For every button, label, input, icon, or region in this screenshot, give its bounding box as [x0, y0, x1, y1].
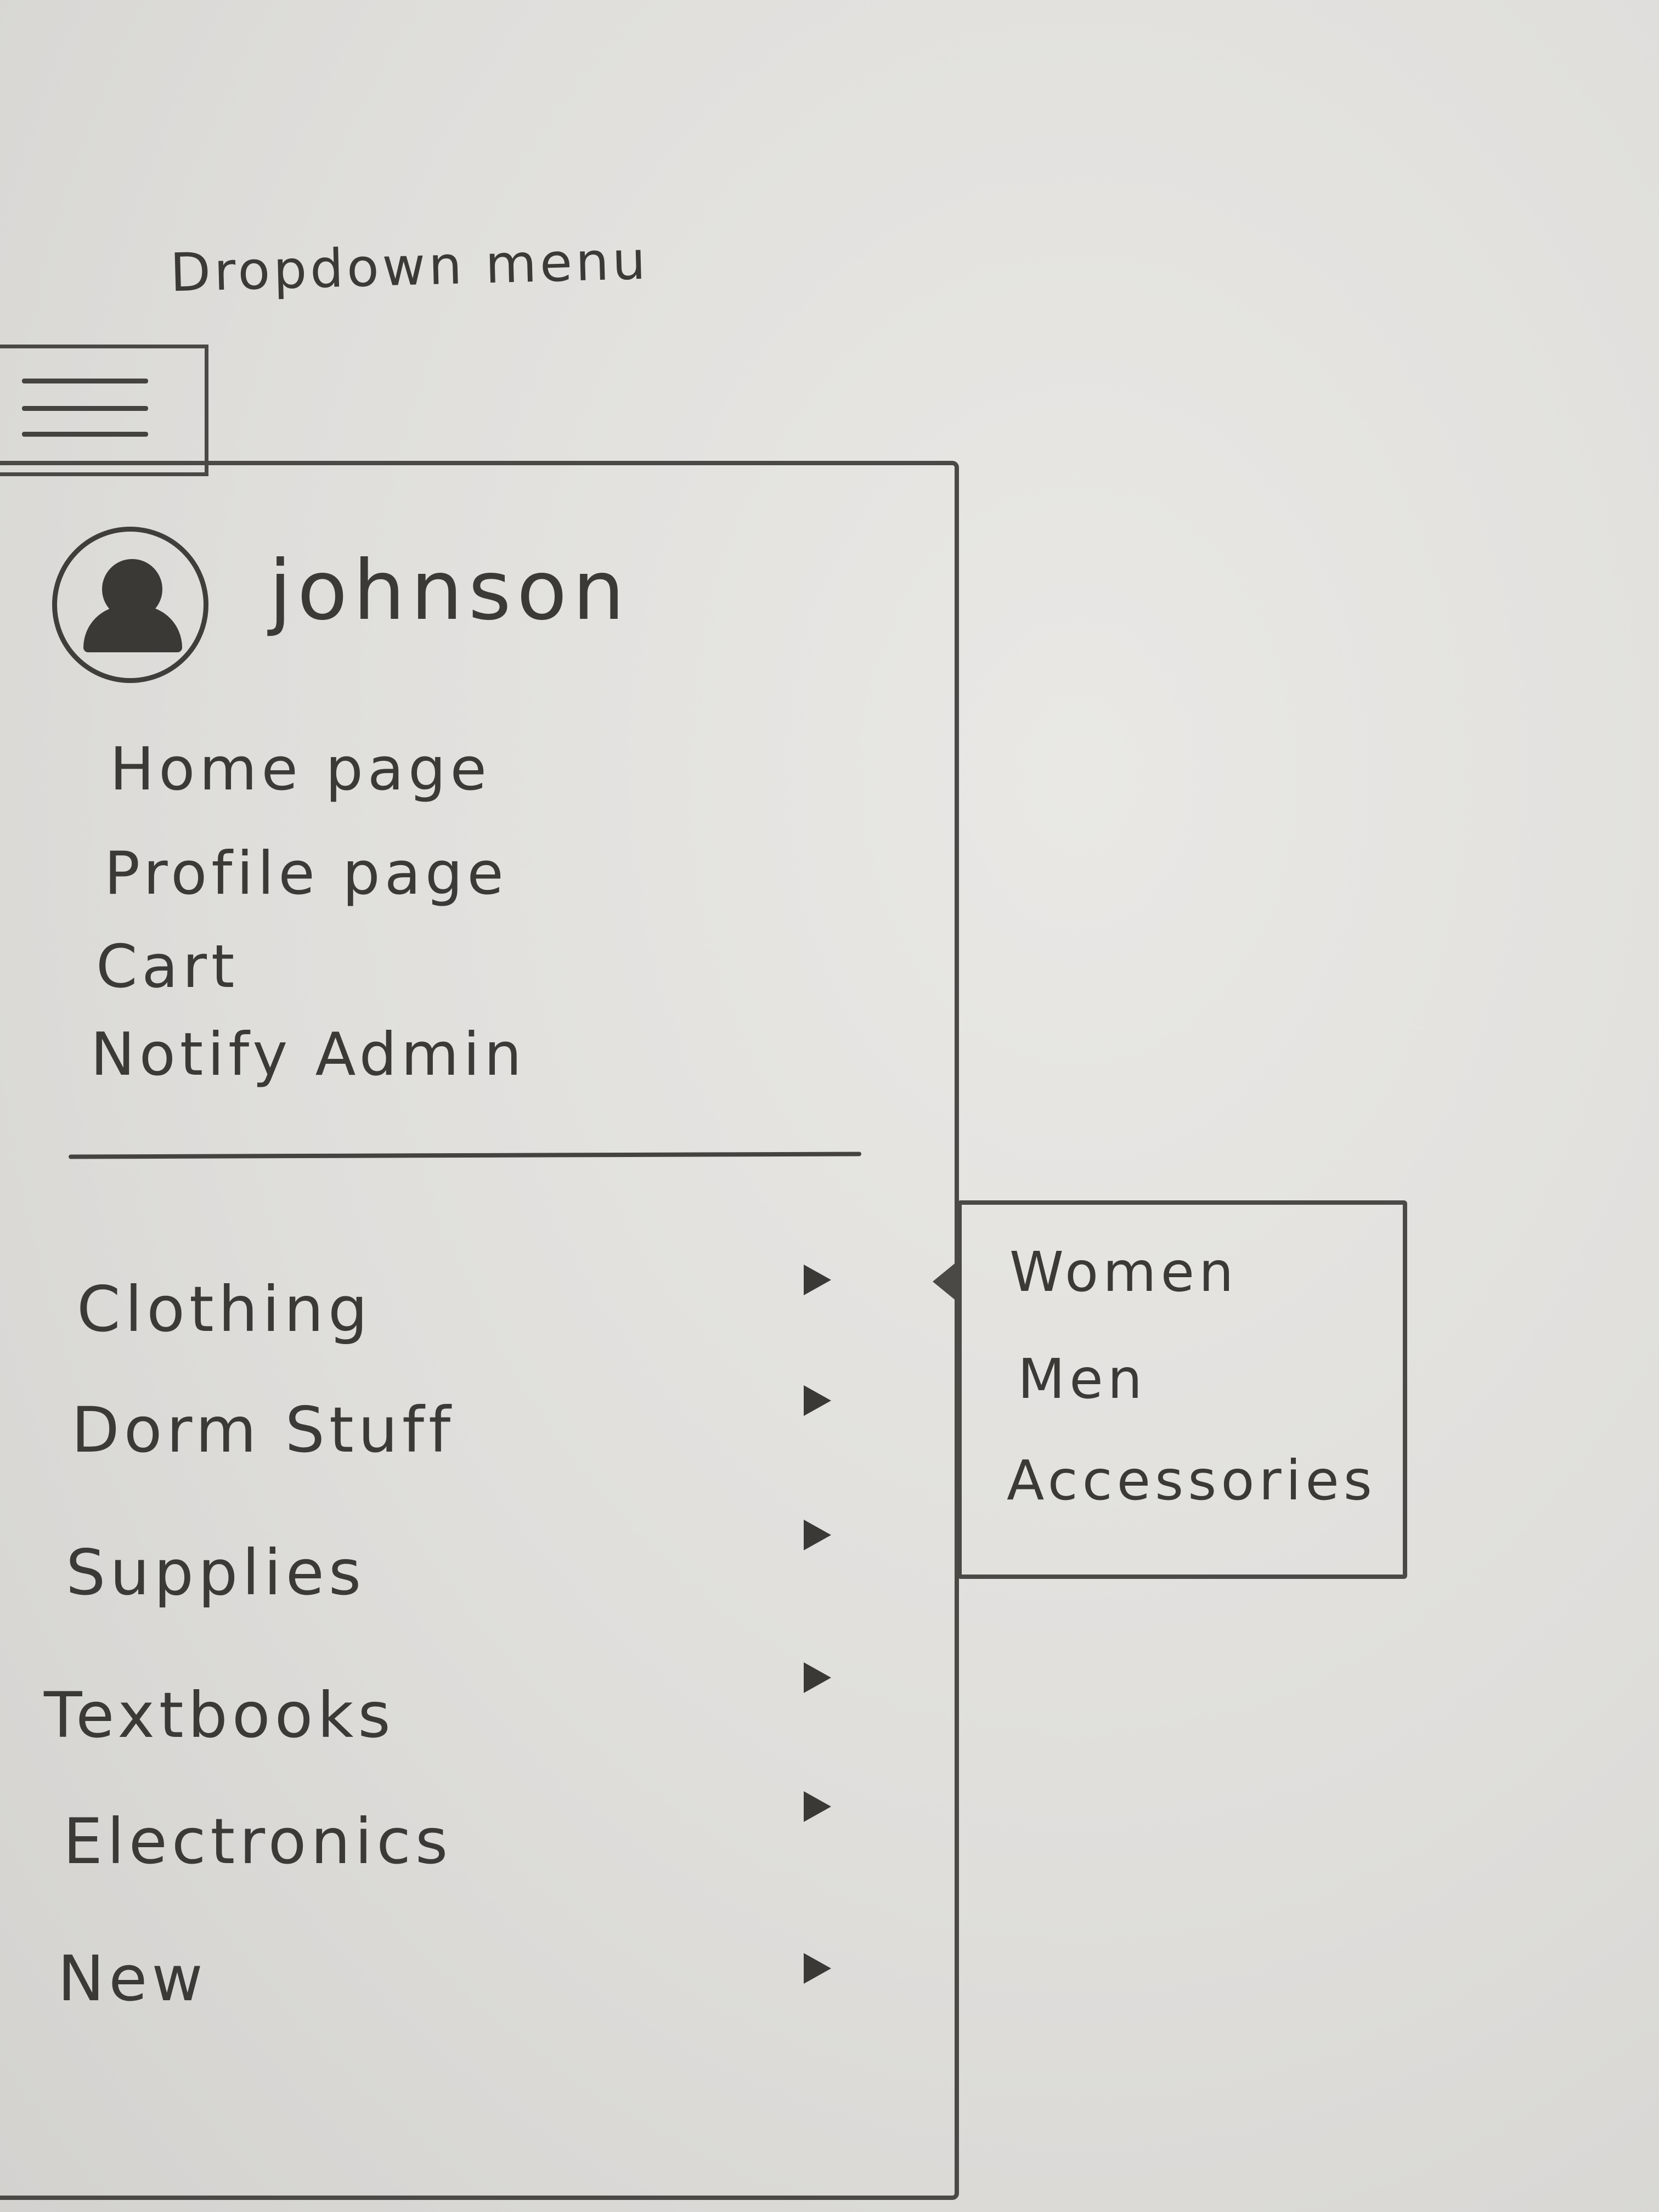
username[interactable]: johnson [269, 543, 630, 639]
category-clothing[interactable]: Clothing [77, 1273, 372, 1346]
nav-item-home-page[interactable]: Home page [110, 735, 491, 804]
submenu-item-women[interactable]: Women [1009, 1240, 1238, 1304]
submenu-item-accessories[interactable]: Accessories [1007, 1448, 1376, 1513]
triangle-right-icon[interactable] [804, 1791, 831, 1822]
triangle-right-icon[interactable] [804, 1953, 831, 1984]
category-new[interactable]: New [58, 1942, 207, 2015]
triangle-right-icon[interactable] [804, 1662, 831, 1693]
submenu-item-men[interactable]: Men [1018, 1347, 1147, 1411]
submenu-pointer-icon [933, 1262, 957, 1301]
user-avatar-icon[interactable] [52, 527, 208, 683]
nav-item-notify-admin[interactable]: Notify Admin [91, 1020, 526, 1089]
category-dorm-stuff[interactable]: Dorm Stuff [71, 1393, 455, 1466]
nav-item-profile-page[interactable]: Profile page [104, 839, 508, 908]
category-supplies[interactable]: Supplies [66, 1536, 365, 1609]
category-electronics[interactable]: Electronics [63, 1805, 452, 1878]
hamburger-menu-button[interactable] [0, 345, 208, 476]
page-title: Dropdown menu [169, 229, 650, 304]
nav-item-cart[interactable]: Cart [96, 933, 239, 1001]
triangle-right-icon[interactable] [804, 1520, 831, 1550]
triangle-right-icon[interactable] [804, 1385, 831, 1416]
triangle-right-icon[interactable] [804, 1265, 831, 1295]
category-textbooks[interactable]: Textbooks [44, 1679, 395, 1752]
